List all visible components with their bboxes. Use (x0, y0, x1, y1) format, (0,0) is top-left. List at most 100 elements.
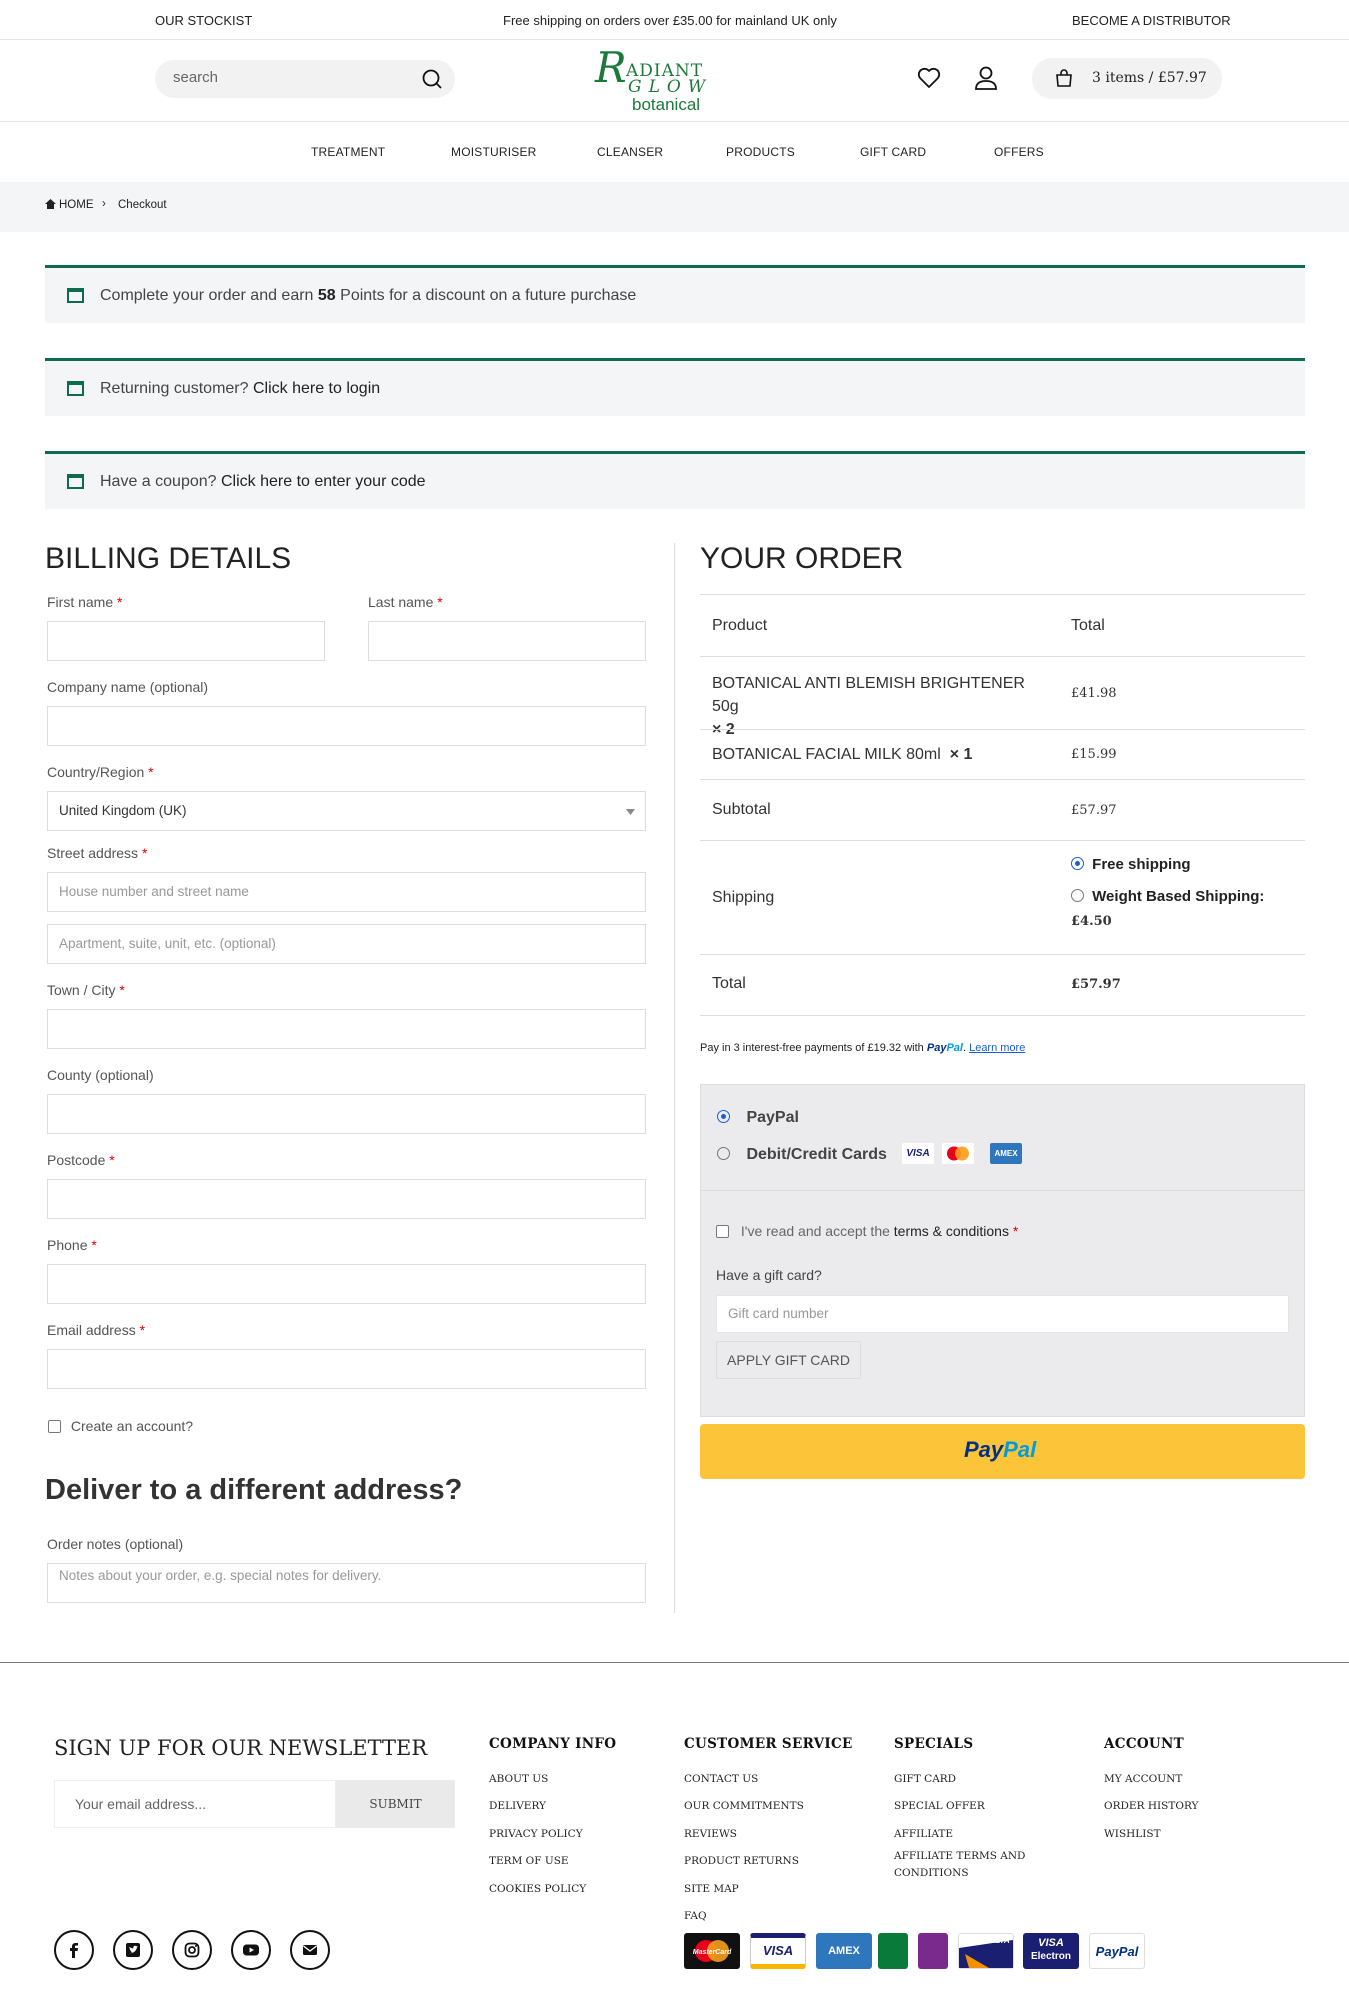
cards-radio[interactable] (717, 1147, 730, 1160)
twitter-icon[interactable] (113, 1930, 153, 1970)
user-icon[interactable] (974, 65, 998, 94)
footer-link-affiliate-terms[interactable]: AFFILIATE TERMS AND (894, 1850, 1025, 1862)
breadcrumb-current: Checkout (118, 199, 167, 211)
footer-link-faq[interactable]: FAQ (684, 1910, 707, 1922)
terms-checkbox[interactable] (716, 1225, 729, 1238)
points-notice: Complete your order and earn 58 Points f… (45, 265, 1305, 323)
gift-card-input[interactable]: Gift card number (716, 1295, 1289, 1333)
nav-products[interactable]: PRODUCTS (726, 145, 795, 159)
paypal-card-icon: PayPal (1089, 1933, 1145, 1969)
distributor-link[interactable]: BECOME A DISTRIBUTOR (1072, 13, 1231, 28)
email-field[interactable] (47, 1349, 646, 1389)
email-label: Email address * (47, 1322, 146, 1338)
apply-gift-card-button[interactable]: APPLY GIFT CARD (716, 1341, 861, 1379)
create-account-option[interactable]: Create an account? (48, 1418, 193, 1434)
cart-button[interactable]: 3 items / £57.97 (1032, 58, 1222, 99)
free-shipping-radio[interactable] (1071, 857, 1084, 870)
footer-link-wishlist[interactable]: WISHLIST (1104, 1828, 1161, 1840)
order-item-1: BOTANICAL ANTI BLEMISH BRIGHTENER 50g × … (712, 672, 1052, 741)
nav-cleanser[interactable]: CLEANSER (597, 145, 663, 159)
footer-link-order-history[interactable]: ORDER HISTORY (1104, 1800, 1198, 1812)
search-input[interactable] (173, 69, 403, 86)
street-field-2[interactable]: Apartment, suite, unit, etc. (optional) (47, 924, 646, 964)
weight-shipping-radio[interactable] (1071, 889, 1084, 902)
facebook-icon[interactable] (54, 1930, 94, 1970)
footer-link-delivery[interactable]: DELIVERY (489, 1800, 546, 1812)
postcode-field[interactable] (47, 1179, 646, 1219)
footer-link-cookies[interactable]: COOKIES POLICY (489, 1883, 586, 1895)
breadcrumb-home[interactable]: HOME (59, 199, 94, 211)
paypal-checkout-button[interactable]: PayPal (700, 1424, 1305, 1479)
billing-title: BILLING DETAILS (45, 542, 292, 575)
learn-more-link[interactable]: Learn more (969, 1042, 1025, 1054)
newsletter-submit-button[interactable]: SUBMIT (336, 1780, 455, 1828)
youtube-icon[interactable] (231, 1930, 271, 1970)
company-info-heading: COMPANY INFO (489, 1736, 617, 1752)
footer-link-gift-card[interactable]: GIFT CARD (894, 1773, 956, 1785)
nav-moisturiser[interactable]: MOISTURISER (451, 145, 537, 159)
footer-link-special-offer[interactable]: SPECIAL OFFER (894, 1800, 985, 1812)
nav-gift-card[interactable]: GIFT CARD (860, 145, 926, 159)
footer-link-affiliate[interactable]: AFFILIATE (894, 1828, 953, 1840)
footer-link-privacy[interactable]: PRIVACY POLICY (489, 1828, 583, 1840)
specials-heading: SPECIALS (894, 1736, 974, 1752)
newsletter-email-input[interactable]: Your email address... (54, 1780, 336, 1828)
stockist-link[interactable]: OUR STOCKIST (155, 13, 252, 28)
deliver-different-title[interactable]: Deliver to a different address? (45, 1474, 462, 1507)
paypal-method[interactable]: PayPal (717, 1109, 799, 1127)
nav-treatment[interactable]: TREATMENT (311, 145, 385, 159)
company-field[interactable] (47, 706, 646, 746)
footer-link-about[interactable]: ABOUT US (489, 1773, 548, 1785)
coupon-link[interactable]: Click here to enter your code (221, 473, 426, 490)
paypal-radio[interactable] (717, 1110, 730, 1123)
footer-link-my-account[interactable]: MY ACCOUNT (1104, 1773, 1182, 1785)
footer-link-sitemap[interactable]: SITE MAP (684, 1883, 739, 1895)
subtotal-value: £57.97 (1071, 803, 1117, 818)
nav-offers[interactable]: OFFERS (994, 145, 1044, 159)
search-bar (155, 60, 455, 98)
free-shipping-option[interactable]: Free shipping (1071, 856, 1191, 873)
street-label: Street address * (47, 845, 148, 861)
create-account-checkbox[interactable] (48, 1420, 61, 1433)
notes-textarea[interactable]: Notes about your order, e.g. special not… (47, 1563, 646, 1603)
footer-link-terms[interactable]: TERM OF USE (489, 1855, 569, 1867)
footer-link-commitments[interactable]: OUR COMMITMENTS (684, 1800, 804, 1812)
search-icon[interactable] (421, 68, 443, 93)
country-label: Country/Region * (47, 764, 154, 780)
weight-shipping-option[interactable]: Weight Based Shipping: (1071, 888, 1264, 905)
solo-card-icon (918, 1933, 948, 1969)
terms-link[interactable]: terms & conditions (894, 1223, 1009, 1239)
payment-box: PayPal Debit/Credit Cards VISA AMEX I've… (700, 1084, 1305, 1417)
footer-link-returns[interactable]: PRODUCT RETURNS (684, 1855, 799, 1867)
footer-link-contact[interactable]: CONTACT US (684, 1773, 758, 1785)
visa-electron-card-icon: VISA Electron (1023, 1933, 1079, 1969)
home-icon[interactable] (45, 199, 56, 212)
instagram-icon[interactable] (172, 1930, 212, 1970)
login-link[interactable]: Click here to login (253, 380, 380, 397)
company-label: Company name (optional) (47, 679, 209, 695)
phone-field[interactable] (47, 1264, 646, 1304)
county-label: County (optional) (47, 1067, 154, 1083)
login-notice: Returning customer? Click here to login (45, 358, 1305, 416)
cards-method[interactable]: Debit/Credit Cards (717, 1146, 887, 1164)
shipping-banner: Free shipping on orders over £35.00 for … (503, 13, 837, 28)
county-field[interactable] (47, 1094, 646, 1134)
footer-link-reviews[interactable]: REVIEWS (684, 1828, 737, 1840)
footer-link-affiliate-terms-2[interactable]: CONDITIONS (894, 1867, 969, 1879)
last-name-field[interactable] (368, 621, 646, 661)
postcode-label: Postcode * (47, 1152, 115, 1168)
radiant-glow-logo[interactable]: R ADIANT GLOW botanical (590, 43, 755, 115)
street-field-1[interactable]: House number and street name (47, 872, 646, 912)
country-select[interactable]: United Kingdom (UK) (47, 791, 646, 831)
col-product: Product (712, 617, 768, 634)
notes-label: Order notes (optional) (47, 1536, 184, 1552)
item-total: £15.99 (1071, 747, 1117, 762)
heart-icon[interactable] (917, 67, 941, 92)
points-value: 58 (317, 287, 336, 304)
visa-icon: VISA (902, 1143, 934, 1164)
town-field[interactable] (47, 1009, 646, 1049)
email-icon[interactable] (290, 1930, 330, 1970)
total-value: £57.97 (1071, 977, 1121, 992)
terms-option[interactable]: I've read and accept the terms & conditi… (716, 1223, 1018, 1239)
first-name-field[interactable] (47, 621, 325, 661)
